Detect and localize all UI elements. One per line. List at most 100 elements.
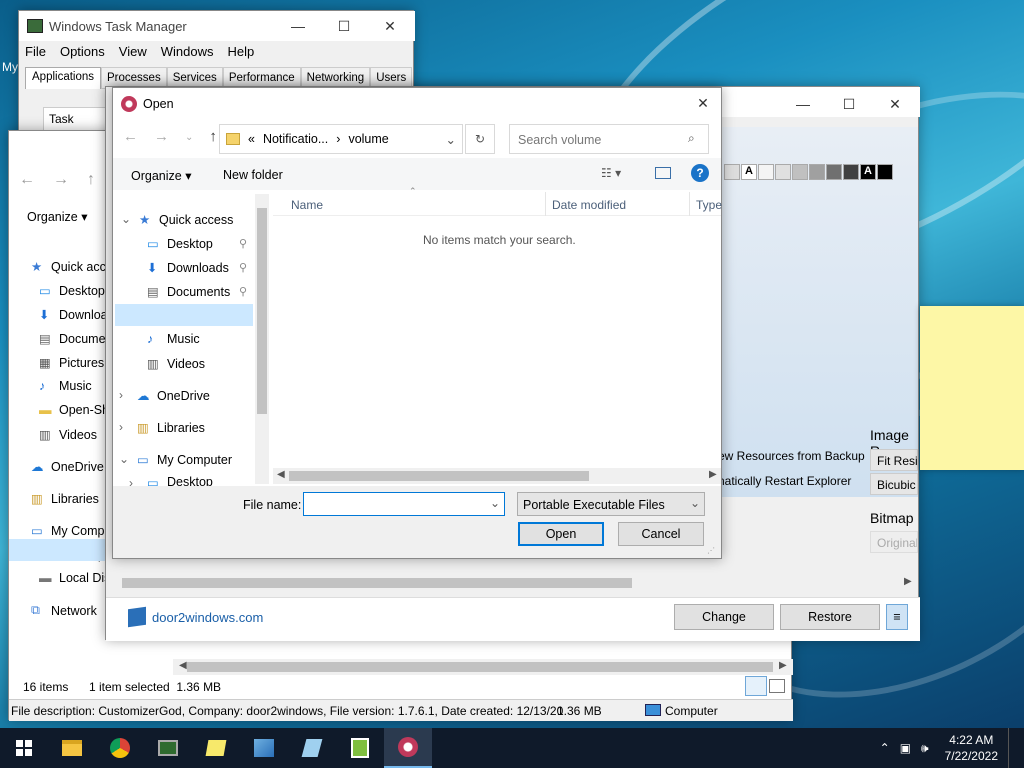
explorer-nav-item[interactable]: ▬ Open-Sh <box>39 403 109 417</box>
color-swatches[interactable]: A A <box>724 164 893 180</box>
new-folder-button[interactable]: New folder <box>223 168 283 182</box>
chevron-down-icon[interactable]: ⌄ <box>121 212 131 226</box>
menu-view[interactable]: View <box>119 44 147 59</box>
chevron-down-icon[interactable]: ⌄ <box>446 132 462 147</box>
dialog-nav-item[interactable]: ▭ My Computer <box>137 452 232 468</box>
dialog-nav-item[interactable]: ★ Quick access <box>139 212 233 228</box>
dialog-nav-item[interactable]: ▤ Documents <box>147 284 230 300</box>
file-type-select[interactable]: Portable Executable Files ⌄ <box>517 492 705 516</box>
menu-options[interactable]: Options <box>60 44 105 59</box>
chrome-taskbar-icon[interactable] <box>96 728 144 768</box>
minimize-button[interactable]: — <box>275 11 321 41</box>
nav-vertical-scrollbar[interactable] <box>255 194 269 484</box>
explorer-nav-item[interactable]: ▤ Docume <box>39 331 106 347</box>
column-type[interactable]: Type <box>696 198 722 212</box>
explorer-nav-item[interactable]: ▦ Pictures <box>39 355 104 371</box>
restore-resources-option[interactable]: ew Resources from Backup <box>718 449 865 463</box>
network-icon[interactable]: ▣ <box>900 741 911 755</box>
restart-explorer-option[interactable]: natically Restart Explorer <box>718 474 851 488</box>
sticky-note[interactable] <box>920 306 1024 470</box>
path-overflow[interactable]: « <box>248 132 255 146</box>
close-button[interactable]: ✕ <box>872 89 918 119</box>
pin-icon[interactable]: ⚲ <box>239 285 247 298</box>
control-panel-taskbar-icon[interactable] <box>240 728 288 768</box>
explorer-nav-item[interactable]: ⬇ Downloa <box>39 307 108 323</box>
large-icons-view-icon[interactable] <box>769 679 785 693</box>
refresh-icon[interactable]: ↻ <box>465 124 495 154</box>
change-button[interactable]: Change <box>674 604 774 630</box>
horizontal-scrollbar[interactable]: ◀ ▶ <box>273 468 721 484</box>
explorer-nav-item[interactable]: ☁ OneDrive <box>31 459 104 475</box>
explorer-nav-item[interactable]: ♪ Music <box>39 379 92 393</box>
dialog-nav-item[interactable]: ▥ Libraries <box>137 420 205 436</box>
clock[interactable]: 4:22 AM 7/22/2022 <box>945 732 998 764</box>
forward-arrow-icon[interactable]: → <box>154 128 169 145</box>
explorer-nav-item[interactable]: ⧉ Network <box>31 603 97 618</box>
chevron-right-icon[interactable]: › <box>119 388 123 402</box>
organize-button[interactable]: Organize ▾ <box>27 209 87 224</box>
fit-resize-option[interactable]: Fit Resiz <box>870 449 918 471</box>
organize-button[interactable]: Organize ▾ <box>131 168 191 183</box>
help-icon[interactable]: ? <box>691 164 709 182</box>
dialog-nav-item[interactable]: ⬇ Downloads <box>147 260 229 276</box>
chevron-up-icon[interactable]: ⌃ <box>880 741 890 755</box>
horizontal-scrollbar[interactable]: ◀ ▶ <box>173 659 793 675</box>
column-name[interactable]: Name <box>291 198 323 212</box>
up-arrow-icon[interactable]: ↑ <box>87 171 95 189</box>
bicubic-option[interactable]: Bicubic <box>870 473 918 495</box>
horizontal-scrollbar[interactable]: ▶ <box>112 575 916 591</box>
chevron-down-icon[interactable]: ⌄ <box>119 452 129 466</box>
pin-icon[interactable]: ⚲ <box>239 237 247 250</box>
back-arrow-icon[interactable]: ← <box>19 171 35 189</box>
dialog-nav-item[interactable]: ▭ Desktop <box>147 236 213 252</box>
menu-icon[interactable]: ≡ <box>886 604 908 630</box>
column-task[interactable]: Task <box>49 112 74 126</box>
dialog-nav-item[interactable]: ▥ Videos <box>147 356 205 372</box>
customizergod-taskbar-icon[interactable] <box>384 728 432 768</box>
preview-pane-icon[interactable] <box>655 167 671 179</box>
details-view-icon[interactable] <box>745 676 767 696</box>
task-manager-taskbar-icon[interactable] <box>144 728 192 768</box>
forward-arrow-icon[interactable]: → <box>53 171 69 189</box>
menu-help[interactable]: Help <box>227 44 254 59</box>
explorer-nav-item[interactable]: ▭ My Comp <box>31 523 104 539</box>
explorer-nav-item[interactable]: ★ Quick acc <box>31 259 106 275</box>
view-options-icon[interactable]: ☷ ▾ <box>601 166 621 180</box>
file-name-input[interactable]: ⌄ <box>303 492 505 516</box>
file-explorer-taskbar-icon[interactable] <box>48 728 96 768</box>
explorer-nav-item[interactable]: ▬ Local Dis <box>39 571 110 585</box>
resize-grip-icon[interactable]: ⋰ <box>707 546 715 555</box>
path-segment-volume[interactable]: volume <box>348 132 388 146</box>
back-arrow-icon[interactable]: ← <box>123 128 138 145</box>
dialog-nav-item[interactable]: ☁ OneDrive <box>137 388 210 404</box>
close-button[interactable]: ✕ <box>367 11 413 41</box>
path-segment-notifications[interactable]: Notificatio... <box>263 132 328 146</box>
up-arrow-icon[interactable]: ↑ <box>209 128 217 145</box>
explorer-nav-item[interactable]: ▭ Desktop <box>39 283 105 299</box>
start-button[interactable] <box>0 728 48 768</box>
maximize-button[interactable]: ☐ <box>321 11 367 41</box>
original-option[interactable]: Original <box>870 531 918 553</box>
chevron-down-icon[interactable]: ⌄ <box>490 496 500 510</box>
menu-windows[interactable]: Windows <box>161 44 214 59</box>
restore-button[interactable]: Restore <box>780 604 880 630</box>
explorer-nav-item[interactable]: ▥ Videos <box>39 427 97 443</box>
column-date-modified[interactable]: Date modified <box>552 198 626 212</box>
address-bar[interactable]: « Notificatio... › volume ⌄ <box>219 124 463 154</box>
chevron-right-icon[interactable]: › <box>119 420 123 434</box>
search-box[interactable]: Search volume ⌕ <box>509 124 709 154</box>
tablet-taskbar-icon[interactable] <box>288 728 336 768</box>
desktop-label[interactable]: My <box>2 60 18 74</box>
door2windows-link[interactable]: door2windows.com <box>152 610 263 625</box>
close-button[interactable]: ✕ <box>683 88 723 118</box>
explorer-nav-item[interactable]: ▥ Libraries <box>31 491 99 507</box>
maximize-button[interactable]: ☐ <box>826 89 872 119</box>
notepad-taskbar-icon[interactable] <box>336 728 384 768</box>
show-desktop-button[interactable] <box>1008 728 1014 768</box>
open-button[interactable]: Open <box>518 522 604 546</box>
chevron-down-icon[interactable]: ⌄ <box>690 496 700 510</box>
dialog-nav-item[interactable]: ♪ Music <box>147 332 200 346</box>
menu-file[interactable]: File <box>25 44 46 59</box>
volume-icon[interactable]: 🕪 <box>921 741 929 756</box>
recent-dropdown-icon[interactable]: ⌄ <box>185 132 193 145</box>
